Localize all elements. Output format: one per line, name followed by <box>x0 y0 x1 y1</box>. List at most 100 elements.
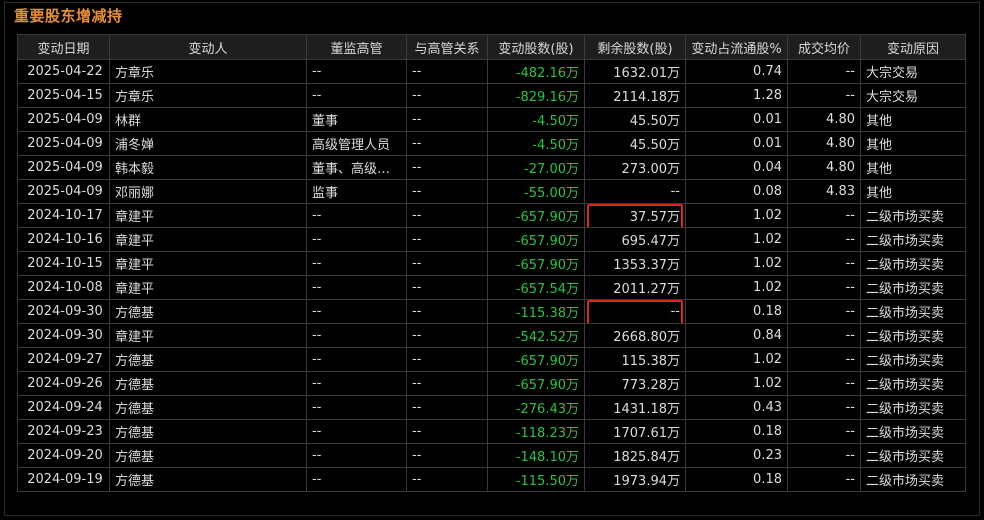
cell-executive: -- <box>306 323 407 348</box>
cell-avg-price: 4.80 <box>787 107 861 132</box>
table-row[interactable]: 2025-04-09 浦冬婵 高级管理人员 -- -4.50万 45.50万 0.01 4.8… <box>17 131 966 156</box>
cell-change-shares: -118.23万 <box>487 419 585 444</box>
cell-relation: -- <box>406 59 488 84</box>
table-row[interactable]: 2025-04-09 林群 董事 -- -4.50万 45.50万 0.01 4.80 其他 <box>17 107 966 132</box>
cell-change-date: 2024-09-24 <box>17 395 110 420</box>
header-change-pct[interactable]: 变动占流通股% <box>685 34 788 60</box>
cell-executive: -- <box>306 83 407 108</box>
cell-avg-price: -- <box>787 395 861 420</box>
cell-avg-price: -- <box>787 227 861 252</box>
table-row[interactable]: 2024-09-30 章建平 -- -- -542.52万 2668.80万 0.84 -- 二… <box>17 323 966 348</box>
cell-executive: -- <box>306 347 407 372</box>
cell-executive: -- <box>306 203 407 228</box>
table-row[interactable]: 2024-10-17 章建平 -- -- -657.90万 37.57万 1.02 -- 二级市… <box>17 203 966 228</box>
cell-person: 方章乐 <box>109 59 307 84</box>
cell-change-pct: 0.04 <box>685 155 788 180</box>
table-row[interactable]: 2025-04-22 方章乐 -- -- -482.16万 1632.01万 0.74 -- 大… <box>17 59 966 84</box>
header-reason[interactable]: 变动原因 <box>860 34 966 60</box>
table-row[interactable]: 2024-09-19 方德基 -- -- -115.50万 1973.94万 0.18 -- 二… <box>17 467 966 492</box>
table-row[interactable]: 2024-09-23 方德基 -- -- -118.23万 1707.61万 0.18 -- 二… <box>17 419 966 444</box>
table-row[interactable]: 2025-04-15 方章乐 -- -- -829.16万 2114.18万 1.28 -- 大… <box>17 83 966 108</box>
header-remaining-shares[interactable]: 剩余股数(股) <box>584 34 686 60</box>
table-row[interactable]: 2024-09-20 方德基 -- -- -148.10万 1825.84万 0.23 -- 二… <box>17 443 966 468</box>
cell-executive: -- <box>306 275 407 300</box>
table-row[interactable]: 2024-09-26 方德基 -- -- -657.90万 773.28万 1.02 -- 二级… <box>17 371 966 396</box>
table-row[interactable]: 2024-09-24 方德基 -- -- -276.43万 1431.18万 0.43 -- 二… <box>17 395 966 420</box>
cell-change-date: 2025-04-09 <box>17 179 110 204</box>
header-change-date[interactable]: 变动日期 <box>17 34 110 60</box>
cell-avg-price: -- <box>787 467 861 492</box>
cell-person: 方德基 <box>109 419 307 444</box>
cell-avg-price: -- <box>787 371 861 396</box>
cell-avg-price: 4.80 <box>787 155 861 180</box>
cell-change-pct: 1.02 <box>685 251 788 276</box>
cell-remaining-shares: 695.47万 <box>584 227 686 252</box>
cell-reason: 二级市场买卖 <box>860 251 966 276</box>
cell-person: 章建平 <box>109 275 307 300</box>
cell-change-shares: -276.43万 <box>487 395 585 420</box>
cell-relation: -- <box>406 371 488 396</box>
cell-change-pct: 0.18 <box>685 467 788 492</box>
cell-reason: 其他 <box>860 131 966 156</box>
cell-change-shares: -4.50万 <box>487 107 585 132</box>
cell-relation: -- <box>406 395 488 420</box>
cell-relation: -- <box>406 131 488 156</box>
cell-change-pct: 0.43 <box>685 395 788 420</box>
cell-remaining-shares-highlighted: 37.57万 <box>584 203 686 228</box>
cell-relation: -- <box>406 179 488 204</box>
cell-change-pct: 0.08 <box>685 179 788 204</box>
cell-person: 林群 <box>109 107 307 132</box>
cell-person: 章建平 <box>109 227 307 252</box>
table-row[interactable]: 2024-10-15 章建平 -- -- -657.90万 1353.37万 1.02 -- 二… <box>17 251 966 276</box>
cell-relation: -- <box>406 203 488 228</box>
cell-relation: -- <box>406 83 488 108</box>
header-person[interactable]: 变动人 <box>109 34 307 60</box>
cell-avg-price: -- <box>787 323 861 348</box>
cell-person: 浦冬婵 <box>109 131 307 156</box>
cell-change-pct: 0.74 <box>685 59 788 84</box>
cell-change-pct: 0.84 <box>685 323 788 348</box>
cell-executive: -- <box>306 443 407 468</box>
cell-reason: 二级市场买卖 <box>860 467 966 492</box>
cell-change-shares: -657.90万 <box>487 371 585 396</box>
cell-reason: 二级市场买卖 <box>860 323 966 348</box>
table-row[interactable]: 2024-10-16 章建平 -- -- -657.90万 695.47万 1.02 -- 二级… <box>17 227 966 252</box>
cell-relation: -- <box>406 155 488 180</box>
header-avg-price[interactable]: 成交均价 <box>787 34 861 60</box>
cell-relation: -- <box>406 347 488 372</box>
cell-avg-price: -- <box>787 299 861 324</box>
table-row[interactable]: 2025-04-09 邓丽娜 监事 -- -55.00万 -- 0.08 4.83 其他 <box>17 179 966 204</box>
cell-change-date: 2024-09-23 <box>17 419 110 444</box>
table-row[interactable]: 2024-09-30 方德基 -- -- -115.38万 -- 0.18 -- 二级市场买卖 <box>17 299 966 324</box>
table-body: 2025-04-22 方章乐 -- -- -482.16万 1632.01万 0.74 -- 大… <box>17 59 966 492</box>
cell-change-date: 2024-09-30 <box>17 323 110 348</box>
cell-remaining-shares: 2011.27万 <box>584 275 686 300</box>
cell-executive: -- <box>306 467 407 492</box>
cell-reason: 二级市场买卖 <box>860 347 966 372</box>
cell-remaining-shares: 45.50万 <box>584 131 686 156</box>
cell-reason: 大宗交易 <box>860 59 966 84</box>
table-row[interactable]: 2024-10-08 章建平 -- -- -657.54万 2011.27万 1.02 -- 二… <box>17 275 966 300</box>
cell-remaining-shares: 2114.18万 <box>584 83 686 108</box>
cell-change-date: 2024-09-19 <box>17 467 110 492</box>
header-relation[interactable]: 与高管关系 <box>406 34 488 60</box>
cell-executive: 监事 <box>306 179 407 204</box>
cell-executive: -- <box>306 419 407 444</box>
cell-executive: -- <box>306 299 407 324</box>
header-change-shares[interactable]: 变动股数(股) <box>487 34 585 60</box>
cell-person: 韩本毅 <box>109 155 307 180</box>
cell-change-pct: 1.02 <box>685 203 788 228</box>
table-row[interactable]: 2024-09-27 方德基 -- -- -657.90万 115.38万 1.02 -- 二级… <box>17 347 966 372</box>
table-row[interactable]: 2025-04-09韩本毅董事、高级管理人员---27.00万273.00万0.… <box>17 155 966 180</box>
cell-person: 方德基 <box>109 467 307 492</box>
cell-change-pct: 0.18 <box>685 419 788 444</box>
cell-change-date: 2024-09-30 <box>17 299 110 324</box>
cell-relation: -- <box>406 467 488 492</box>
cell-avg-price: -- <box>787 83 861 108</box>
cell-reason: 其他 <box>860 107 966 132</box>
cell-person: 方德基 <box>109 299 307 324</box>
cell-change-shares: -657.90万 <box>487 251 585 276</box>
cell-executive: 董事 <box>306 107 407 132</box>
header-executive[interactable]: 董监高管 <box>306 34 407 60</box>
cell-relation: -- <box>406 419 488 444</box>
